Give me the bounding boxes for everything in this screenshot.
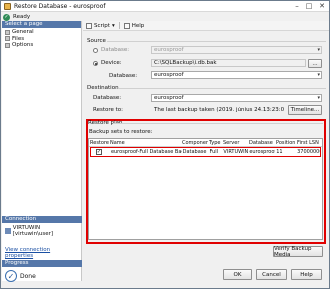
help-label: Help [131, 22, 145, 29]
column-header-server[interactable]: Server [222, 140, 248, 146]
cell-server: VIRTUWIN [223, 149, 249, 155]
page-item-options[interactable]: Options [5, 42, 78, 49]
connection-server-user: VIRTUWIN [virtuwin\user] [12, 225, 54, 237]
database-radio[interactable] [93, 48, 98, 53]
column-header-type[interactable]: Type [208, 140, 222, 146]
cell-type: Full [209, 149, 219, 155]
restore-checkbox[interactable]: ✓ [96, 149, 102, 155]
source-database-label: Database: [101, 47, 130, 53]
column-header-position[interactable]: Position [275, 140, 296, 146]
column-header-restore[interactable]: Restore [89, 140, 109, 146]
title-bar: Restore Database - eurosproof – □ ✕ [1, 1, 329, 12]
view-connection-properties-link[interactable]: View connection properties [5, 247, 79, 259]
toolbar: Script ▾ Help [83, 21, 329, 31]
cell-position: 11 [276, 149, 283, 155]
page-list: General Files Options [2, 28, 81, 50]
verify-backup-media-button[interactable]: Verify Backup Media [273, 246, 323, 258]
source-device-label: Device: [101, 60, 122, 66]
cell-database: eurosproof [249, 149, 276, 155]
column-header-first-lsn[interactable]: First LSN [296, 140, 322, 146]
restore-to-label: Restore to: [93, 107, 123, 113]
source-group-title: Source [87, 38, 106, 44]
page-icon [5, 36, 10, 42]
page-icon [5, 29, 10, 35]
status-text: Ready [13, 14, 31, 20]
help-toolbar-button[interactable]: Help [123, 22, 145, 29]
chevron-down-icon: ▾ [317, 95, 320, 101]
table-row[interactable]: ✓ eurosproof-Full Database Backup Databa… [90, 147, 321, 157]
backup-sets-label: Backup sets to restore: [89, 129, 153, 135]
source-db-value: eurosproof [154, 72, 184, 78]
destination-divider [119, 88, 326, 89]
restore-database-dialog: Restore Database - eurosproof – □ ✕ ✓ Re… [0, 0, 330, 289]
chevron-down-icon: ▾ [317, 72, 320, 78]
restore-to-value: The last backup taken (2019. június 24.1… [154, 107, 285, 113]
progress-done-icon: ✓ [5, 270, 17, 282]
window-title: Restore Database - eurosproof [14, 2, 106, 10]
ready-check-icon: ✓ [3, 13, 10, 21]
grid-header: Restore Name Component Type Server Datab… [89, 139, 322, 147]
source-db-select[interactable]: eurosproof ▾ [151, 71, 322, 79]
minimize-button[interactable]: – [291, 1, 303, 11]
chevron-down-icon: ▾ [111, 22, 115, 29]
maximize-button[interactable]: □ [303, 1, 315, 11]
progress-header: Progress [2, 260, 82, 267]
chevron-down-icon: ▾ [317, 47, 320, 53]
source-db-label: Database: [109, 73, 138, 79]
ok-button[interactable]: OK [223, 269, 252, 280]
source-database-value: eurosproof [154, 47, 184, 53]
cell-first-lsn: 37000000 [297, 149, 320, 155]
toolbar-separator [118, 22, 120, 29]
cell-name: eurosproof-Full Database Backup [110, 149, 182, 155]
source-database-select[interactable]: eurosproof ▾ [151, 46, 322, 54]
connection-section: Connection VIRTUWIN [virtuwin\user] View… [2, 216, 82, 261]
left-pane: Select a page General Files Options Conn… [2, 21, 82, 282]
timeline-button[interactable]: Timeline... [288, 105, 322, 115]
script-label: Script [94, 22, 110, 29]
source-divider [107, 41, 326, 42]
destination-database-select[interactable]: eurosproof ▾ [151, 94, 322, 102]
script-button[interactable]: Script ▾ [86, 22, 115, 29]
backup-sets-grid: Restore Name Component Type Server Datab… [88, 138, 323, 240]
progress-status: Done [20, 272, 36, 280]
device-radio[interactable] [93, 61, 98, 66]
restore-plan-divider [113, 123, 323, 124]
page-icon [5, 42, 10, 48]
destination-group-title: Destination [87, 85, 119, 91]
help-button[interactable]: Help [291, 269, 322, 280]
destination-database-value: eurosproof [154, 95, 184, 101]
browse-device-button[interactable]: ... [308, 59, 322, 68]
server-icon [5, 228, 11, 234]
restore-cell: ✓ [91, 149, 110, 155]
column-header-component[interactable]: Component [181, 140, 208, 146]
help-icon [123, 22, 130, 29]
close-button[interactable]: ✕ [315, 1, 329, 11]
column-header-name[interactable]: Name [109, 140, 181, 146]
progress-section: Progress ✓ Done [2, 260, 82, 285]
select-page-header: Select a page [2, 21, 81, 28]
script-icon [86, 22, 92, 29]
page-item-label: General [12, 29, 34, 36]
page-item-label: Options [12, 42, 34, 49]
database-icon [4, 2, 11, 10]
connection-header: Connection [2, 216, 82, 223]
destination-database-label: Database: [93, 95, 122, 101]
page-item-label: Files [12, 35, 25, 42]
cancel-button[interactable]: Cancel [256, 269, 287, 280]
source-device-field[interactable]: C:\SQLBackup\i.db.bak [151, 59, 306, 67]
cell-component: Database [182, 149, 207, 155]
status-line: ✓ Ready [3, 13, 30, 21]
column-header-database[interactable]: Database [248, 140, 275, 146]
